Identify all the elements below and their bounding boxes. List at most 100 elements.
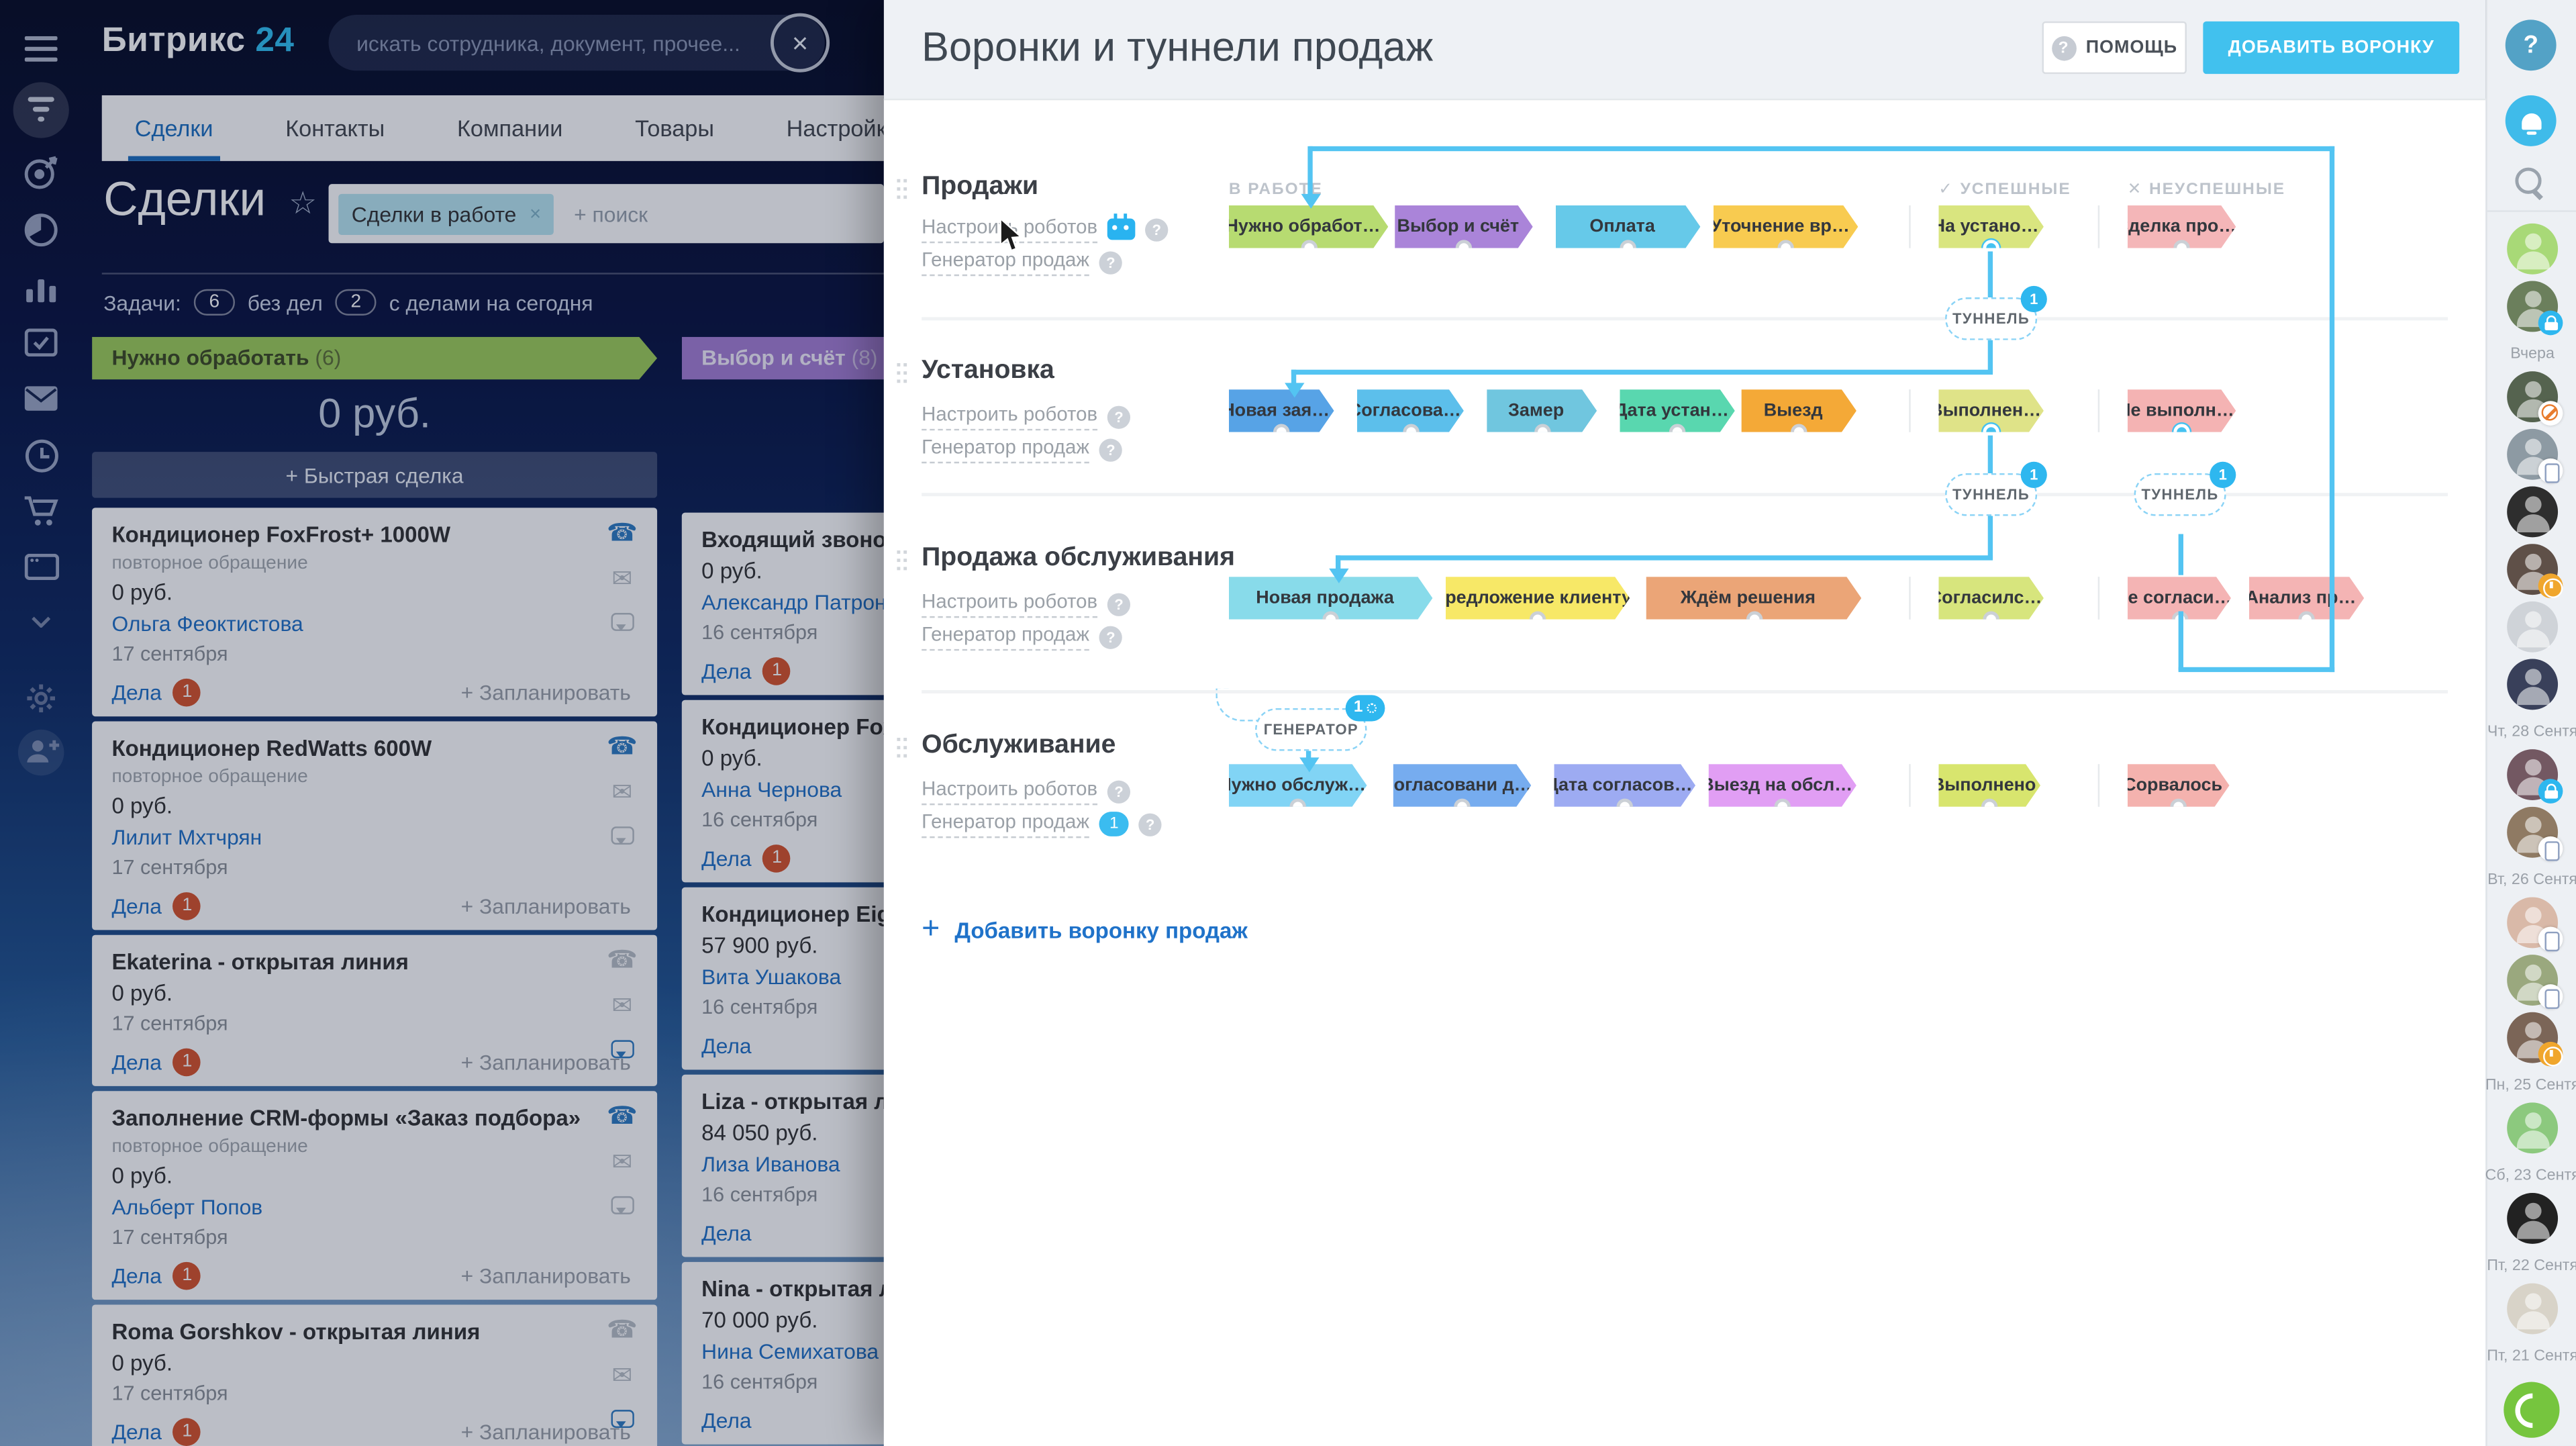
help-circle-icon[interactable]: ? [1099, 250, 1122, 273]
chat-list-item [2507, 544, 2558, 601]
sales-generator-link[interactable]: Генератор продаж [922, 623, 1089, 651]
tunnel-arrow [1329, 569, 1348, 593]
avatar[interactable] [2507, 1284, 2558, 1335]
notifications-button[interactable] [2506, 95, 2557, 146]
drag-handle-icon[interactable] [897, 363, 910, 389]
sales-generator-link[interactable]: Генератор продаж [922, 436, 1089, 464]
stage-chip[interactable]: Новая зая… [1229, 389, 1334, 432]
drag-handle-icon[interactable] [897, 738, 910, 764]
help-circle-icon[interactable]: ? [1099, 438, 1122, 461]
setup-robots-link[interactable]: Настроить роботов [922, 403, 1097, 431]
avatar[interactable] [2507, 749, 2558, 800]
tunnel-arrow [1299, 757, 1319, 782]
modal-dim-overlay[interactable] [0, 0, 887, 1446]
stage-chip[interactable]: Нужно обслуж… [1229, 764, 1367, 807]
stage-chip[interactable]: Дата устан… [1620, 389, 1734, 432]
stage-connector[interactable] [1456, 240, 1472, 256]
recent-chats-list: Вчера [2487, 224, 2576, 1373]
help-circle-icon[interactable]: ? [1107, 405, 1130, 428]
stage-connector[interactable] [1530, 612, 1546, 628]
setup-robots-link[interactable]: Настроить роботов [922, 777, 1097, 806]
stage-connector[interactable] [1534, 424, 1550, 440]
avatar[interactable] [2507, 429, 2558, 480]
stage-chip[interactable]: Сделка про… [2128, 205, 2236, 248]
stage-chip[interactable]: Согласовани д… [1393, 764, 1532, 807]
helpdesk-button[interactable]: ? [2506, 19, 2557, 70]
stage-connector[interactable] [1981, 799, 1997, 815]
stage-connector[interactable] [1617, 799, 1633, 815]
add-funnel-button[interactable]: ДОБАВИТЬ ВОРОНКУ [2203, 21, 2459, 74]
stage-connector[interactable] [1775, 799, 1791, 815]
stage-connector[interactable] [1402, 424, 1418, 440]
tunnel-line [1988, 340, 1993, 373]
stage-chip[interactable]: Предложение клиенту [1446, 577, 1630, 620]
stage-connector[interactable] [1454, 799, 1470, 815]
avatar[interactable] [2507, 897, 2558, 948]
stage-chip[interactable]: Выполнено [1938, 764, 2040, 807]
avatar[interactable] [2507, 955, 2558, 1006]
stage-connector[interactable] [1620, 240, 1636, 256]
stage-connector[interactable] [1983, 612, 1999, 628]
avatar[interactable] [2507, 1012, 2558, 1063]
drag-handle-icon[interactable] [897, 179, 910, 205]
stage-chip[interactable]: Выезд [1742, 389, 1856, 432]
help-circle-icon[interactable]: ? [1138, 812, 1161, 835]
stage-chip[interactable]: На устано… [1938, 205, 2044, 248]
stage-chip[interactable]: Ждём решения [1646, 577, 1862, 620]
stage-chip[interactable]: Анализ пр… [2249, 577, 2364, 620]
funnel-name[interactable]: Обслуживание [922, 731, 1116, 761]
add-sales-funnel-link[interactable]: + Добавить воронку продаж [922, 915, 1248, 945]
stage-connector[interactable] [1777, 240, 1793, 256]
drag-handle-icon[interactable] [897, 550, 910, 577]
telephony-button[interactable] [2504, 1382, 2559, 1438]
tunnel-badge[interactable]: ТУННЕЛЬ1 [2134, 473, 2226, 516]
stage-chip[interactable]: Не выполн… [2128, 389, 2236, 432]
help-circle-icon[interactable]: ? [1099, 625, 1122, 648]
avatar[interactable] [2507, 487, 2558, 538]
help-circle-icon[interactable]: ? [1145, 218, 1168, 240]
avatar[interactable] [2507, 601, 2558, 653]
help-circle-icon[interactable]: ? [1107, 779, 1130, 802]
stage-connector[interactable] [1273, 424, 1289, 440]
stage-connector[interactable] [2298, 612, 2314, 628]
setup-robots-link[interactable]: Настроить роботов [922, 590, 1097, 618]
stage-connector[interactable] [1746, 612, 1762, 628]
avatar[interactable] [2507, 544, 2558, 595]
tunnel-line [1988, 436, 1993, 477]
generator-badge[interactable]: ГЕНЕРАТОР1 [1255, 708, 1367, 751]
stage-chip[interactable]: Оплата [1556, 205, 1700, 248]
stage-chip[interactable]: Замер [1487, 389, 1597, 432]
stage-connector[interactable] [1791, 424, 1807, 440]
avatar[interactable] [2507, 281, 2558, 332]
help-circle-icon[interactable]: ? [1107, 592, 1130, 615]
stage-chip[interactable]: Согласилс… [1938, 577, 2044, 620]
stage-connector[interactable] [1289, 799, 1305, 815]
avatar[interactable] [2507, 1193, 2558, 1244]
funnel-name[interactable]: Продажа обслуживания [922, 544, 1235, 573]
stage-connector[interactable] [1669, 424, 1685, 440]
avatar[interactable] [2507, 659, 2558, 710]
stage-chip[interactable]: Дата согласов… [1554, 764, 1696, 807]
tunnel-badge[interactable]: ТУННЕЛЬ1 [1945, 473, 2037, 516]
stage-connector[interactable] [1322, 612, 1338, 628]
stage-connector[interactable] [1300, 240, 1316, 256]
avatar[interactable] [2507, 371, 2558, 422]
stage-chip[interactable]: Согласова… [1357, 389, 1464, 432]
avatar[interactable] [2507, 224, 2558, 275]
stage-chip[interactable]: Сорвалось [2128, 764, 2230, 807]
help-button[interactable]: ?ПОМОЩЬ [2042, 21, 2186, 74]
tunnel-badge[interactable]: ТУННЕЛЬ1 [1945, 297, 2037, 340]
avatar[interactable] [2507, 807, 2558, 858]
stage-chip[interactable]: Уточнение вр… [1714, 205, 1858, 248]
stage-connector[interactable] [2173, 240, 2189, 256]
funnel-name[interactable]: Установка [922, 356, 1054, 386]
stage-chip[interactable]: Выполнен… [1938, 389, 2044, 432]
sidebar-search-icon[interactable] [2515, 168, 2541, 194]
funnel-name[interactable]: Продажи [922, 173, 1038, 202]
stage-connector[interactable] [2170, 799, 2186, 815]
stage-chip[interactable]: Выезд на обсл… [1709, 764, 1856, 807]
sales-generator-link[interactable]: Генератор продаж [922, 810, 1089, 838]
stage-chip[interactable]: Выбор и счёт [1395, 205, 1533, 248]
avatar[interactable] [2507, 1102, 2558, 1153]
tunnel-connector[interactable] [2173, 424, 2189, 440]
